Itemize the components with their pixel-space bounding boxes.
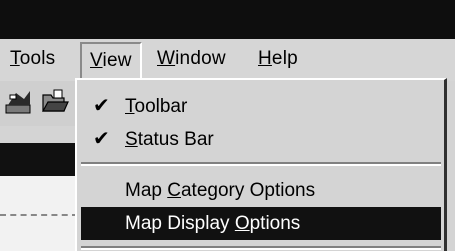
- menu-view-accel: V: [90, 50, 103, 71]
- menu-view[interactable]: View: [80, 42, 142, 80]
- menu-item-map-category-options-accel: C: [167, 180, 181, 201]
- menu-item-toolbar-text: oolbar: [134, 96, 188, 117]
- view-menu-dropdown: ✔ Toolbar ✔ Status Bar Map Category Opti…: [75, 78, 447, 251]
- menu-item-status-bar[interactable]: ✔ Status Bar: [81, 123, 441, 156]
- menu-help-accel: H: [258, 48, 272, 69]
- menu-separator: [81, 246, 441, 250]
- menu-separator: [81, 162, 441, 166]
- menu-tools[interactable]: Tools: [10, 41, 55, 77]
- check-icon: ✔: [93, 128, 110, 150]
- menu-item-map-display-options-text: ptions: [249, 213, 301, 234]
- menu-item-map-category-options[interactable]: Map Category Options: [81, 174, 441, 207]
- menu-item-map-display-options[interactable]: Map Display Options: [81, 207, 441, 240]
- menu-item-map-category-options-label: Map Category Options: [125, 174, 315, 207]
- menu-item-status-bar-accel: S: [125, 129, 138, 150]
- menu-item-status-bar-label: Status Bar: [125, 123, 214, 156]
- menu-view-label: iew: [102, 50, 132, 71]
- check-icon: ✔: [93, 95, 110, 117]
- menu-item-toolbar[interactable]: ✔ Toolbar: [81, 90, 441, 123]
- menu-window[interactable]: Window: [157, 41, 226, 77]
- toolbar: [0, 81, 78, 126]
- menu-item-toolbar-label: Toolbar: [125, 90, 187, 123]
- menu-window-label: indow: [175, 48, 226, 69]
- map-dashed-line: [0, 214, 78, 216]
- menu-item-map-category-options-text: ategory Options: [180, 180, 316, 201]
- layer-tool-icon[interactable]: [4, 87, 34, 117]
- menu-item-map-display-options-pre: Map Display: [125, 213, 235, 234]
- menu-item-map-display-options-label: Map Display Options: [125, 207, 300, 240]
- menu-help-label: elp: [271, 48, 298, 69]
- menu-item-map-display-options-accel: O: [234, 213, 250, 234]
- title-strip: [0, 143, 78, 176]
- menu-help[interactable]: Help: [258, 41, 298, 77]
- menu-tools-accel: T: [10, 48, 20, 69]
- menu-tools-label: ools: [19, 48, 56, 69]
- menu-item-toolbar-accel: T: [125, 96, 135, 117]
- window-title-bar: [0, 0, 455, 39]
- menu-window-accel: W: [157, 48, 176, 69]
- menu-item-map-category-options-pre: Map: [125, 180, 168, 201]
- menu-bar: Tools View Window Help: [0, 39, 455, 81]
- menu-item-status-bar-text: tatus Bar: [137, 129, 214, 150]
- folder-open-icon[interactable]: [40, 87, 70, 117]
